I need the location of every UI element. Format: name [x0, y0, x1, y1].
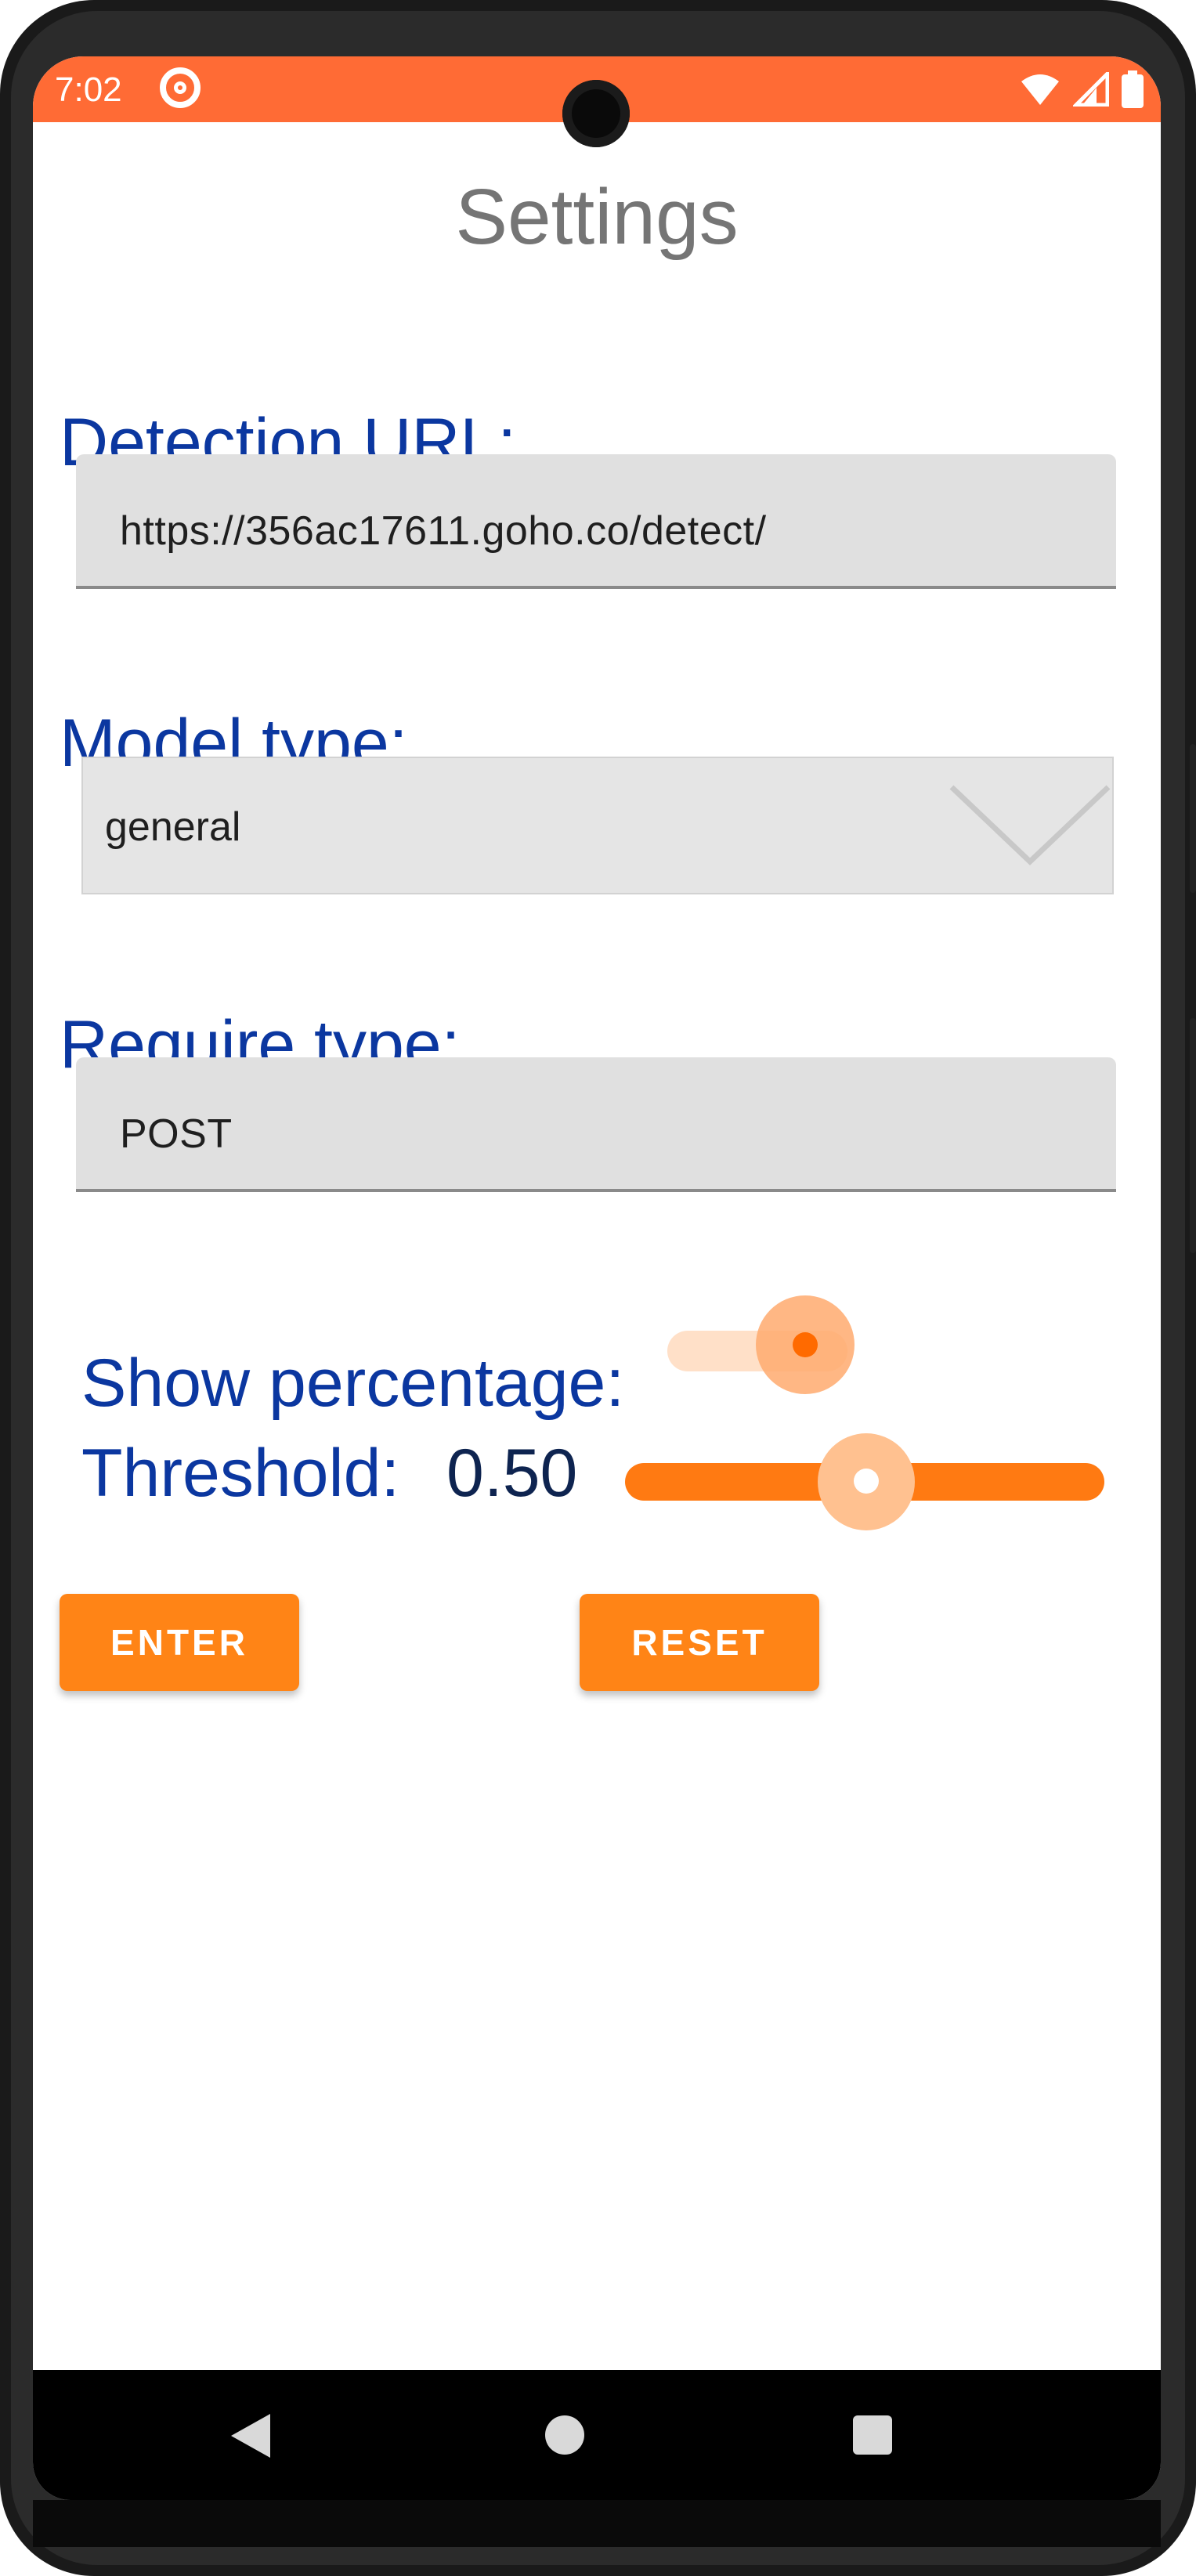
- back-icon[interactable]: [231, 2414, 270, 2458]
- volume-button: [1190, 1018, 1196, 1253]
- detection-url-value: https://356ac17611.goho.co/detect/: [120, 508, 767, 554]
- battery-icon: [1122, 70, 1144, 108]
- page-title: Settings: [455, 173, 739, 261]
- app-notification-icon: [160, 67, 201, 108]
- threshold-label: Threshold:: [81, 1436, 400, 1511]
- wifi-icon: [1021, 74, 1059, 105]
- slider-thumb[interactable]: [854, 1469, 879, 1494]
- show-percentage-label: Show percentage:: [81, 1346, 625, 1421]
- power-button: [1190, 744, 1196, 893]
- navigation-bar: [33, 2370, 1161, 2500]
- chevron-down-icon: [949, 785, 1111, 865]
- model-type-value: general: [105, 804, 241, 850]
- screen: 7:02 Settings Detection URL: https://356…: [33, 56, 1161, 2500]
- camera-cutout-icon: [562, 80, 630, 147]
- require-type-value: POST: [120, 1111, 233, 1157]
- signal-icon: [1073, 72, 1109, 107]
- enter-button[interactable]: ENTER: [60, 1594, 299, 1691]
- recents-icon[interactable]: [853, 2415, 892, 2455]
- status-icons: [1020, 70, 1144, 108]
- phone-chin: [33, 2500, 1161, 2547]
- require-type-field[interactable]: POST: [76, 1057, 1116, 1192]
- switch-thumb[interactable]: [793, 1332, 818, 1357]
- model-type-select[interactable]: general: [81, 757, 1114, 894]
- detection-url-field[interactable]: https://356ac17611.goho.co/detect/: [76, 454, 1116, 589]
- status-time: 7:02: [55, 70, 122, 109]
- threshold-value: 0.50: [446, 1436, 578, 1511]
- reset-button[interactable]: RESET: [580, 1594, 819, 1691]
- home-icon[interactable]: [545, 2415, 584, 2455]
